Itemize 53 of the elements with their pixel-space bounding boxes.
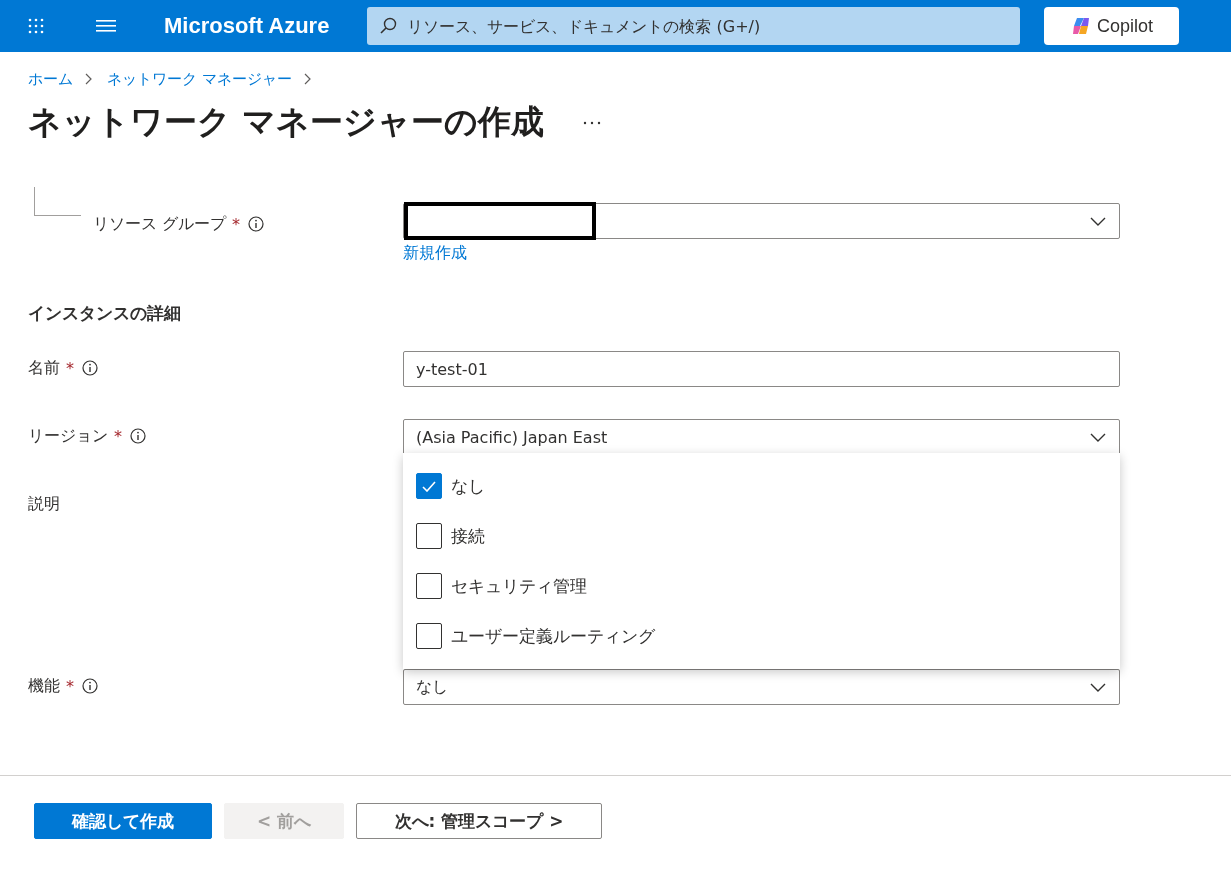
dropdown-option[interactable]: セキュリティ管理 [403, 561, 1120, 611]
field-label: 説明 [28, 493, 60, 515]
checkmark-icon [422, 480, 436, 492]
required-asterisk: * [114, 426, 122, 446]
info-icon[interactable] [248, 216, 265, 232]
field-label: 機能 [28, 675, 60, 697]
menu-icon[interactable] [96, 19, 116, 33]
search-field[interactable]: リソース、サービス、ドキュメントの検索 (G+/) [367, 7, 1021, 45]
required-asterisk: * [232, 214, 241, 234]
chevron-right-icon [85, 73, 93, 85]
info-icon[interactable] [82, 678, 98, 694]
dropdown[interactable]: (Asia Pacific) Japan East [403, 419, 1120, 455]
copilot-button[interactable]: Copilot [1044, 7, 1180, 45]
nav-button[interactable]: 次へ: 管理スコープ > [356, 803, 602, 839]
info-icon[interactable] [82, 360, 98, 376]
dropdown-value: (Asia Pacific) Japan East [416, 427, 608, 447]
app-launcher-icon[interactable] [28, 18, 44, 34]
checkbox[interactable] [416, 573, 442, 599]
app-title[interactable]: Microsoft Azure [164, 13, 330, 39]
field-label: 名前 [28, 357, 60, 379]
section-heading: インスタンスの詳細 [28, 302, 182, 325]
dropdown-option[interactable]: 接続 [403, 511, 1120, 561]
copilot-icon [1070, 16, 1091, 36]
checkbox[interactable] [416, 473, 442, 499]
text-field[interactable]: y-test-01 [403, 351, 1120, 387]
checkbox[interactable] [416, 523, 442, 549]
dropdown[interactable]: なし [403, 669, 1120, 705]
chevron-down-icon [1089, 681, 1107, 693]
info-icon[interactable] [130, 428, 146, 444]
breadcrumb-link[interactable]: ホーム [28, 69, 73, 89]
option-label: なし [451, 474, 485, 498]
required-asterisk: * [66, 676, 74, 696]
option-label: セキュリティ管理 [451, 574, 587, 598]
required-asterisk: * [66, 358, 74, 378]
option-label: 接続 [451, 524, 485, 548]
option-label: ユーザー定義ルーティング [451, 624, 655, 648]
chevron-right-icon [303, 73, 312, 85]
dropdown-option[interactable]: なし [403, 461, 1120, 511]
dropdown-option[interactable]: ユーザー定義ルーティング [403, 611, 1120, 661]
chevron-down-icon [1089, 431, 1107, 443]
field-label: リージョン [28, 425, 108, 447]
review-create-button[interactable]: 確認して作成 [34, 803, 212, 839]
checkbox[interactable] [416, 623, 442, 649]
more-icon[interactable] [582, 120, 601, 125]
dropdown-value: なし [416, 676, 448, 698]
create-new-link[interactable]: 新規作成 [403, 243, 467, 264]
chevron-down-icon [1089, 215, 1107, 227]
field-label: リソース グループ [93, 213, 227, 235]
resource-group-dropdown[interactable] [403, 203, 1120, 239]
page-title: ネットワーク マネージャーの作成 [28, 101, 545, 143]
tree-connector [34, 187, 81, 216]
copilot-label: Copilot [1096, 15, 1153, 37]
breadcrumb-link[interactable]: ネットワーク マネージャー [107, 69, 292, 89]
